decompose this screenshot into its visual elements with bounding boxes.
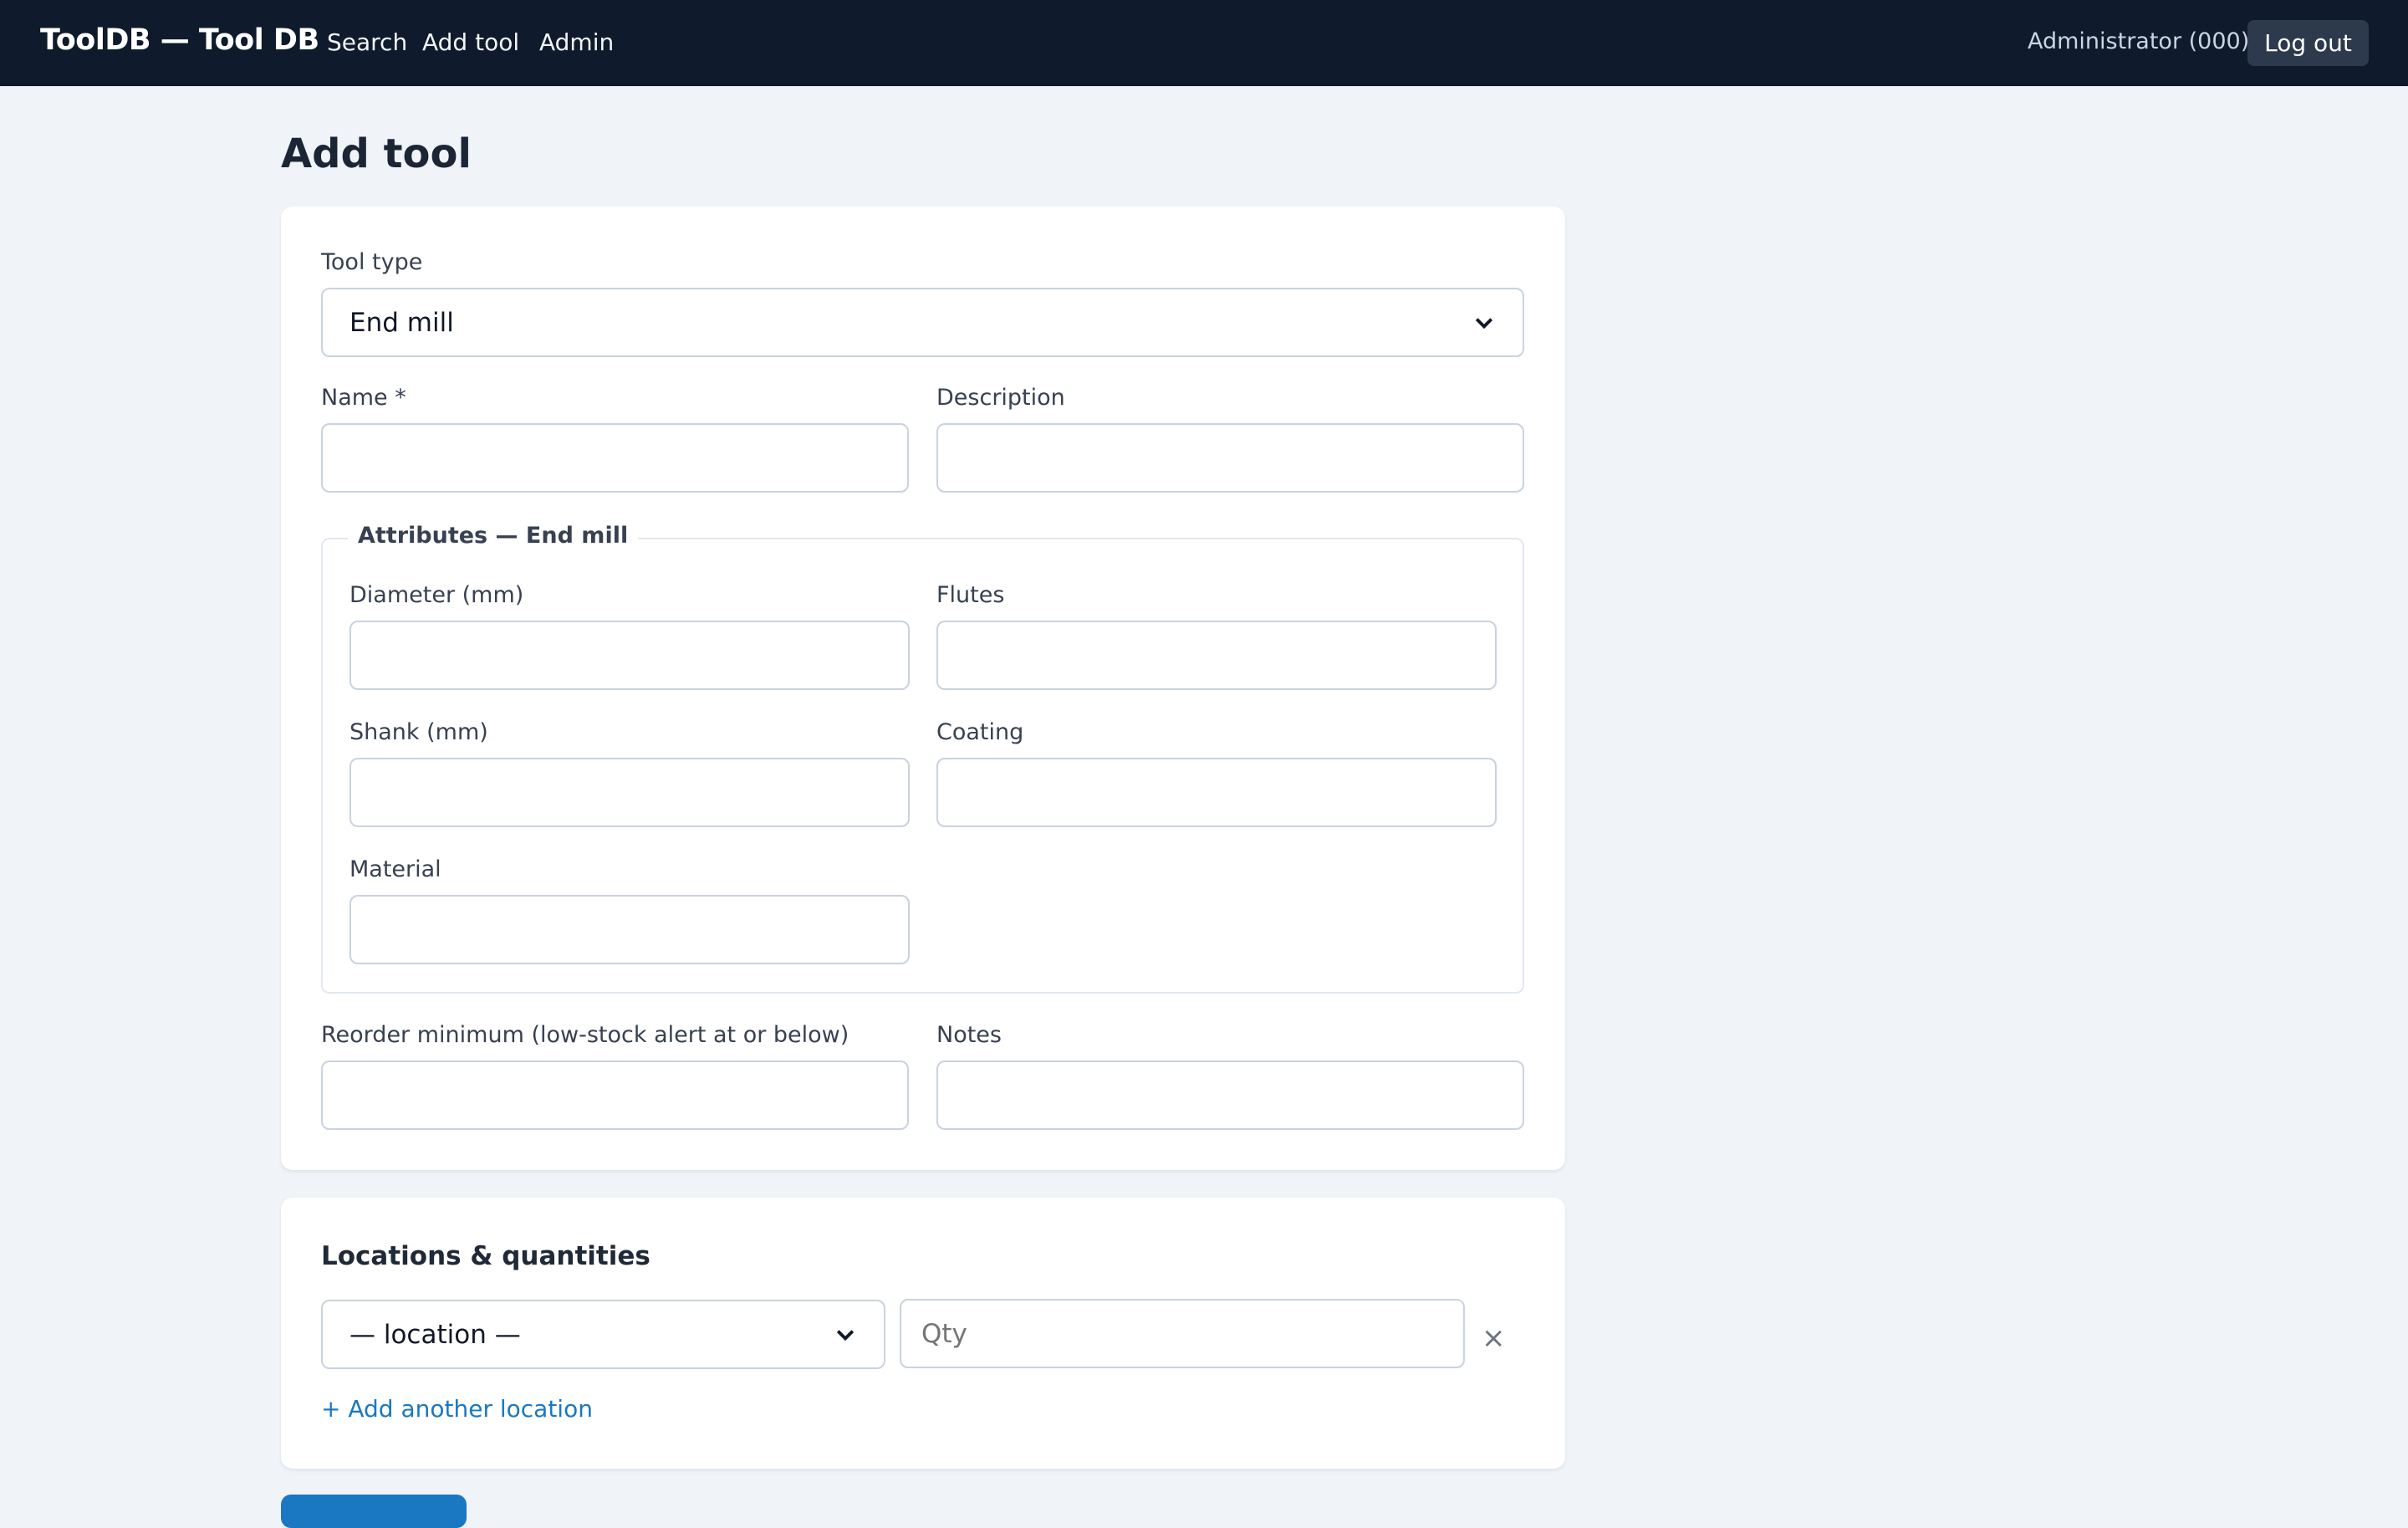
location-select-value: — location — (349, 1319, 521, 1350)
notes-label: Notes (936, 1022, 1002, 1048)
chevron-down-icon (1475, 317, 1493, 329)
coating-input[interactable] (936, 758, 1497, 827)
page-title: Add tool (281, 130, 472, 177)
current-user-label: Administrator (000) (2028, 28, 2250, 54)
locations-section-title: Locations & quantities (321, 1241, 650, 1271)
brand-title[interactable]: ToolDB — Tool DB (40, 23, 319, 57)
material-label: Material (349, 856, 441, 882)
flutes-label: Flutes (936, 582, 1005, 608)
flutes-input[interactable] (936, 621, 1497, 690)
logout-button[interactable]: Log out (2247, 20, 2369, 66)
name-input[interactable] (321, 423, 909, 493)
add-location-link[interactable]: + Add another location (321, 1395, 593, 1423)
reorder-minimum-label: Reorder minimum (low-stock alert at or b… (321, 1022, 849, 1048)
coating-label: Coating (936, 719, 1024, 745)
description-label: Description (936, 385, 1065, 411)
reorder-minimum-input[interactable] (321, 1060, 909, 1130)
tool-type-label: Tool type (321, 249, 423, 275)
save-tool-button[interactable] (281, 1495, 467, 1528)
location-select[interactable]: — location — (321, 1300, 885, 1369)
shank-label: Shank (mm) (349, 719, 488, 745)
description-input[interactable] (936, 423, 1524, 493)
locations-card: Locations & quantities — location — × + … (281, 1198, 1565, 1469)
tool-type-value: End mill (349, 307, 454, 338)
top-nav-bar: ToolDB — Tool DB Search Add tool Admin A… (0, 0, 2408, 86)
remove-location-icon[interactable]: × (1482, 1321, 1506, 1355)
nav-link-admin[interactable]: Admin (539, 28, 614, 56)
attributes-legend: Attributes — End mill (348, 523, 639, 549)
material-input[interactable] (349, 895, 910, 964)
name-label: Name * (321, 385, 406, 411)
tool-details-card: Tool type End mill Name * Description At… (281, 207, 1565, 1170)
attributes-fieldset: Attributes — End mill Diameter (mm) Flut… (321, 523, 1524, 994)
quantity-input[interactable] (900, 1299, 1465, 1368)
chevron-down-icon (836, 1329, 855, 1341)
tool-type-select[interactable]: End mill (321, 288, 1524, 357)
nav-link-add-tool[interactable]: Add tool (422, 28, 519, 56)
nav-link-search[interactable]: Search (327, 28, 407, 56)
shank-input[interactable] (349, 758, 910, 827)
notes-input[interactable] (936, 1060, 1524, 1130)
diameter-label: Diameter (mm) (349, 582, 524, 608)
diameter-input[interactable] (349, 621, 910, 690)
